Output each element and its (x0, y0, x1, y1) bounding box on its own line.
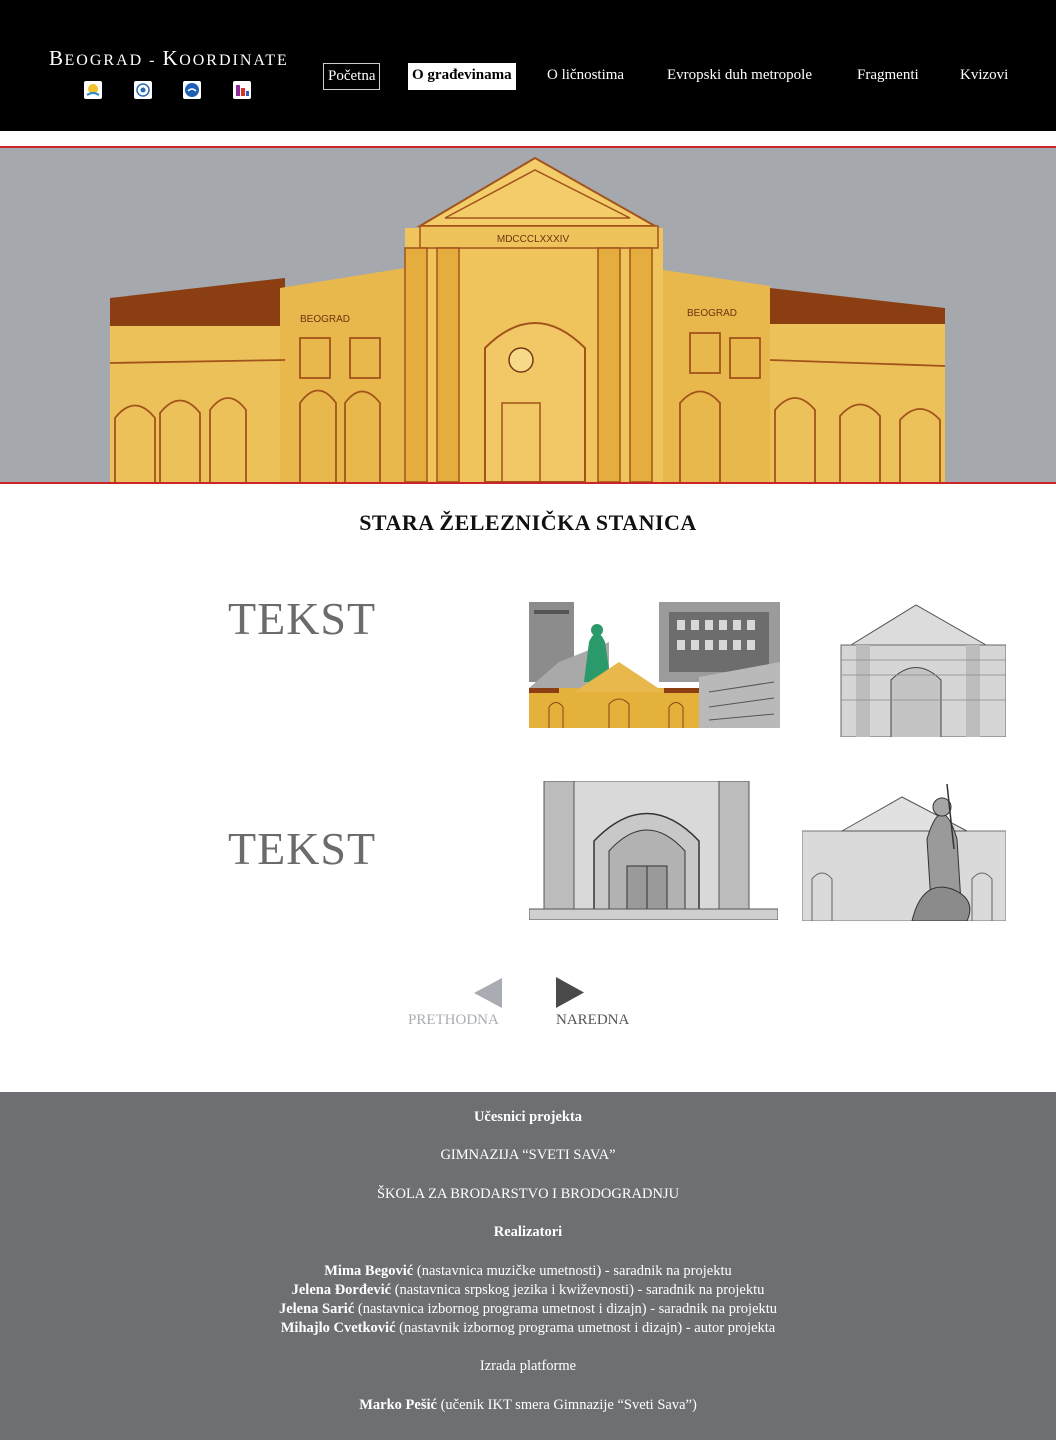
site-title-part1: EOGRAD - (64, 52, 163, 69)
site-title-initial2: K (162, 46, 180, 70)
school-2: ŠKOLA ZA BRODARSTVO I BRODOGRADNJU (376, 1186, 680, 1202)
person-4-name: Mihajlo Cvetković (280, 1320, 396, 1336)
person-1-name: Mima Begović (324, 1263, 414, 1279)
school-logo-2-icon (134, 81, 152, 99)
next-arrow-icon[interactable] (556, 977, 584, 1013)
prev-arrow-icon[interactable] (474, 978, 502, 1013)
school-logo-1-icon (84, 81, 102, 99)
sketch-statue-thumbnail[interactable] (801, 779, 1007, 922)
sketch-facade-thumbnail[interactable] (831, 600, 1007, 738)
person-2: Jelena Đorđević (nastavnica srpskog jezi… (0, 1282, 1056, 1299)
hero-sign-right: BEOGRAD (687, 308, 737, 319)
realizers-heading: Realizatori (493, 1224, 563, 1240)
person-3-role: (nastavnica izbornog programa umetnost i… (354, 1301, 778, 1317)
person-1: Mima Begović (nastavnica muzičke umetnos… (0, 1263, 1056, 1280)
prev-link[interactable]: PRETHODNA (408, 1012, 499, 1029)
platform-heading: Izrada platforme (479, 1358, 577, 1374)
nav-evropski-duh-metropole[interactable]: Evropski duh metropole (663, 63, 816, 90)
person-1-role: (nastavnica muzičke umetnosti) - saradni… (413, 1263, 732, 1279)
page-title: STARA ŽELEZNIČKA STANICA (359, 510, 697, 535)
section-1-text: TEKST (228, 593, 377, 644)
nav-kvizovi[interactable]: Kvizovi (956, 63, 1012, 90)
nav-o-gradjevinama[interactable]: O građevinama (408, 63, 516, 90)
section-2-text: TEKST (228, 823, 377, 874)
railway-station-illustration: MDCCCLXXXIV BEOGRAD BEOGRAD (109, 156, 946, 482)
site-footer: Učesnici projekta GIMNAZIJA “SVETI SAVA”… (0, 1092, 1056, 1440)
school-1: GIMNAZIJA “SVETI SAVA” (440, 1147, 616, 1163)
developer-role: (učenik IKT smera Gimnazije “Sveti Sava”… (436, 1397, 697, 1413)
participants-heading: Učesnici projekta (473, 1109, 583, 1125)
hero-sign-left: BEOGRAD (300, 314, 350, 325)
school-logo-4-icon (233, 81, 251, 99)
next-link[interactable]: NAREDNA (556, 1012, 629, 1029)
site-title-part2: OORDINATE (179, 52, 289, 69)
nav-pocetna[interactable]: Početna (323, 63, 381, 90)
site-title-initial: B (49, 46, 65, 70)
developer: Marko Pešić (učenik IKT smera Gimnazije … (0, 1397, 1056, 1414)
hero-banner: MDCCCLXXXIV BEOGRAD BEOGRAD (0, 146, 1056, 484)
person-4: Mihajlo Cvetković (nastavnik izbornog pr… (0, 1320, 1056, 1337)
collage-thumbnail[interactable] (529, 602, 780, 728)
nav-o-licnostima[interactable]: O ličnostima (543, 63, 628, 90)
person-2-role: (nastavnica srpskog jezika i kwiževnosti… (391, 1282, 765, 1298)
developer-name: Marko Pešić (359, 1397, 437, 1413)
school-logo-3-icon (183, 81, 201, 99)
person-2-name: Jelena Đorđević (291, 1282, 392, 1298)
person-3-name: Jelena Sarić (278, 1301, 355, 1317)
site-title[interactable]: BEOGRAD - KOORDINATE (49, 46, 289, 71)
hero-roman-numeral: MDCCCLXXXIV (497, 234, 570, 245)
person-4-role: (nastavnik izbornog programa umetnost i … (395, 1320, 776, 1336)
nav-fragmenti[interactable]: Fragmenti (853, 63, 923, 90)
sketch-doorway-thumbnail[interactable] (528, 780, 779, 921)
site-header: BEOGRAD - KOORDINATE Početna O građevina… (0, 0, 1056, 131)
person-3: Jelena Sarić (nastavnica izbornog progra… (0, 1301, 1056, 1318)
